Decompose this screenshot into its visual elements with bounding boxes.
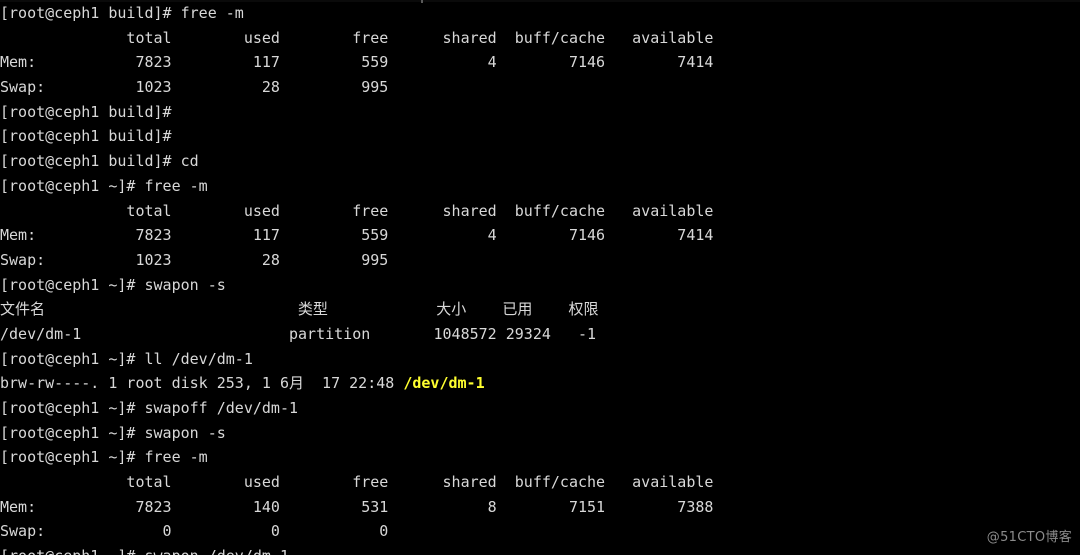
terminal-line: Mem: 7823 117 559 4 7146 7414	[0, 53, 714, 72]
terminal-line: [root@ceph1 build]# free -m	[0, 4, 244, 22]
terminal-line: [root@ceph1 build]# cd	[0, 152, 199, 171]
terminal-line: total used free shared buff/cache availa…	[0, 473, 714, 492]
terminal-line: [root@ceph1 ~]# free -m	[0, 448, 208, 467]
terminal-line: Swap: 1023 28 995	[0, 250, 389, 269]
terminal-line: [root@ceph1 ~]# swapoff /dev/dm-1	[0, 399, 299, 417]
terminal-line-swap-row: /dev/dm-1 partition 1048572 29324 -1	[0, 324, 597, 343]
terminal-line: [root@ceph1 ~]# free -m	[0, 176, 208, 195]
terminal-line: total used free shared buff/cache availa…	[0, 201, 714, 220]
terminal-line: [root@ceph1 ~]# swapon /dev/dm-1	[0, 544, 1080, 555]
terminal-line: [root@ceph1 build]#	[0, 127, 172, 146]
terminal-line: Mem: 7823 117 559 4 7146 7414	[0, 226, 714, 245]
terminal-line: Mem: 7823 140 531 8 7151 7388	[0, 497, 714, 516]
terminal-window[interactable]: [root@ceph1 build]# free -m total used f…	[0, 0, 1080, 555]
ls-output-device-path: /dev/dm-1	[403, 374, 485, 393]
terminal-line: [root@ceph1 build]#	[0, 102, 172, 121]
terminal-line: Swap: 1023 28 995	[0, 78, 389, 97]
ls-output-prefix: brw-rw----. 1 root disk 253, 1 6月 17 22:…	[0, 374, 404, 393]
terminal-screen[interactable]: [root@ceph1 build]# free -m total used f…	[0, 1, 1080, 555]
terminal-line: [root@ceph1 ~]# ll /dev/dm-1	[0, 349, 253, 368]
terminal-line-ls-output: brw-rw----. 1 root disk 253, 1 6月 17 22:…	[0, 371, 1080, 396]
terminal-line: total used free shared buff/cache availa…	[0, 28, 714, 47]
terminal-line: [root@ceph1 ~]# swapon -s	[0, 423, 226, 442]
terminal-line: Swap: 0 0 0	[0, 522, 389, 541]
terminal-line: [root@ceph1 ~]# swapon -s	[0, 275, 226, 294]
terminal-line-swap-header: 文件名 类型 大小 已用 权限	[0, 300, 599, 319]
watermark-label: @51CTO博客	[986, 530, 1072, 546]
